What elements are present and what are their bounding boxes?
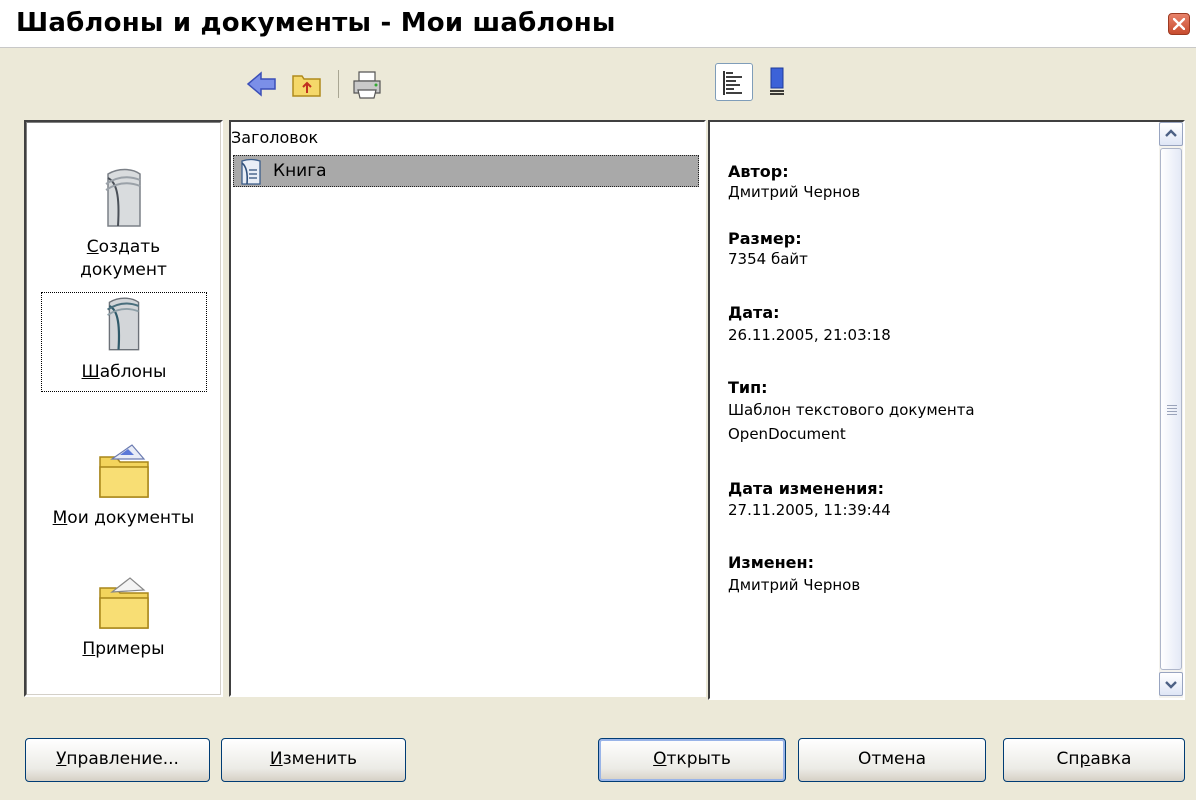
scroll-up-button[interactable]	[1159, 122, 1183, 146]
category-templates-label: Шаблоны	[81, 362, 167, 382]
modified-by-label: Изменен:	[728, 553, 814, 572]
cancel-button[interactable]: Отмена	[798, 738, 986, 782]
help-button[interactable]: Справка	[1003, 738, 1185, 782]
size-label: Размер:	[728, 229, 802, 248]
category-samples[interactable]: Примеры	[26, 568, 221, 661]
toolbar-separator	[338, 70, 339, 98]
template-list[interactable]: Заголовок Книга	[229, 120, 706, 697]
scroll-thumb[interactable]	[1160, 148, 1182, 670]
category-samples-label: Примеры	[82, 639, 165, 659]
category-my-documents-label: Мои документы	[52, 508, 195, 528]
date-value: 26.11.2005, 21:03:18	[728, 326, 891, 344]
scroll-down-button[interactable]	[1159, 672, 1183, 696]
category-panel: Создать документ Шаблоны Мои документы П…	[24, 120, 223, 697]
up-folder-button[interactable]	[290, 68, 324, 102]
title-bar: Шаблоны и документы - Мои шаблоны	[0, 0, 1196, 48]
document-properties-panel: Автор: Дмитрий Чернов Размер: 7354 байт …	[708, 120, 1185, 700]
templates-dialog: Шаблоны и документы - Мои шаблоны Создат…	[0, 0, 1196, 800]
document-preview-icon	[770, 67, 784, 95]
size-value: 7354 байт	[728, 250, 808, 268]
my-documents-folder-icon	[98, 444, 149, 498]
document-properties-view-button[interactable]	[715, 63, 753, 101]
type-value-line1: Шаблон текстового документа	[728, 401, 975, 419]
close-button[interactable]	[1168, 13, 1190, 35]
modified-date-label: Дата изменения:	[728, 479, 884, 498]
back-button[interactable]	[245, 67, 279, 101]
modified-by-value: Дмитрий Чернов	[728, 576, 861, 594]
open-button[interactable]: Открыть	[598, 738, 786, 782]
print-button[interactable]	[350, 68, 384, 102]
back-icon	[246, 71, 276, 97]
template-file-icon	[241, 158, 261, 185]
author-value: Дмитрий Чернов	[728, 183, 861, 201]
vertical-scrollbar[interactable]	[1159, 122, 1183, 698]
window-title: Шаблоны и документы - Мои шаблоны	[16, 8, 616, 38]
manage-button[interactable]: Управление...	[25, 738, 210, 782]
document-properties-icon	[723, 71, 742, 95]
type-value-line2: OpenDocument	[728, 425, 846, 443]
chevron-down-icon	[1165, 681, 1177, 689]
chevron-up-icon	[1165, 129, 1177, 137]
column-header-title[interactable]: Заголовок	[231, 128, 318, 147]
close-icon	[1173, 18, 1185, 30]
type-label: Тип:	[728, 378, 768, 397]
category-templates[interactable]: Шаблоны	[41, 292, 207, 392]
edit-button[interactable]: Изменить	[221, 738, 406, 782]
templates-icon	[107, 297, 140, 351]
list-item-label: Книга	[273, 161, 327, 181]
print-icon	[353, 71, 381, 99]
samples-folder-icon	[98, 577, 149, 629]
author-label: Автор:	[728, 162, 789, 181]
category-my-documents[interactable]: Мои документы	[26, 437, 221, 530]
up-folder-icon	[292, 75, 321, 97]
category-new-document-label-line2: документ	[80, 260, 167, 280]
document-preview-view-button[interactable]	[760, 63, 798, 101]
category-new-document[interactable]: Создать документ	[26, 164, 221, 282]
new-document-icon	[104, 168, 141, 227]
category-new-document-label: Создать	[86, 237, 161, 257]
list-item[interactable]: Книга	[233, 155, 699, 187]
date-label: Дата:	[728, 303, 780, 322]
toolbar	[0, 47, 1196, 117]
modified-date-value: 27.11.2005, 11:39:44	[728, 501, 891, 519]
